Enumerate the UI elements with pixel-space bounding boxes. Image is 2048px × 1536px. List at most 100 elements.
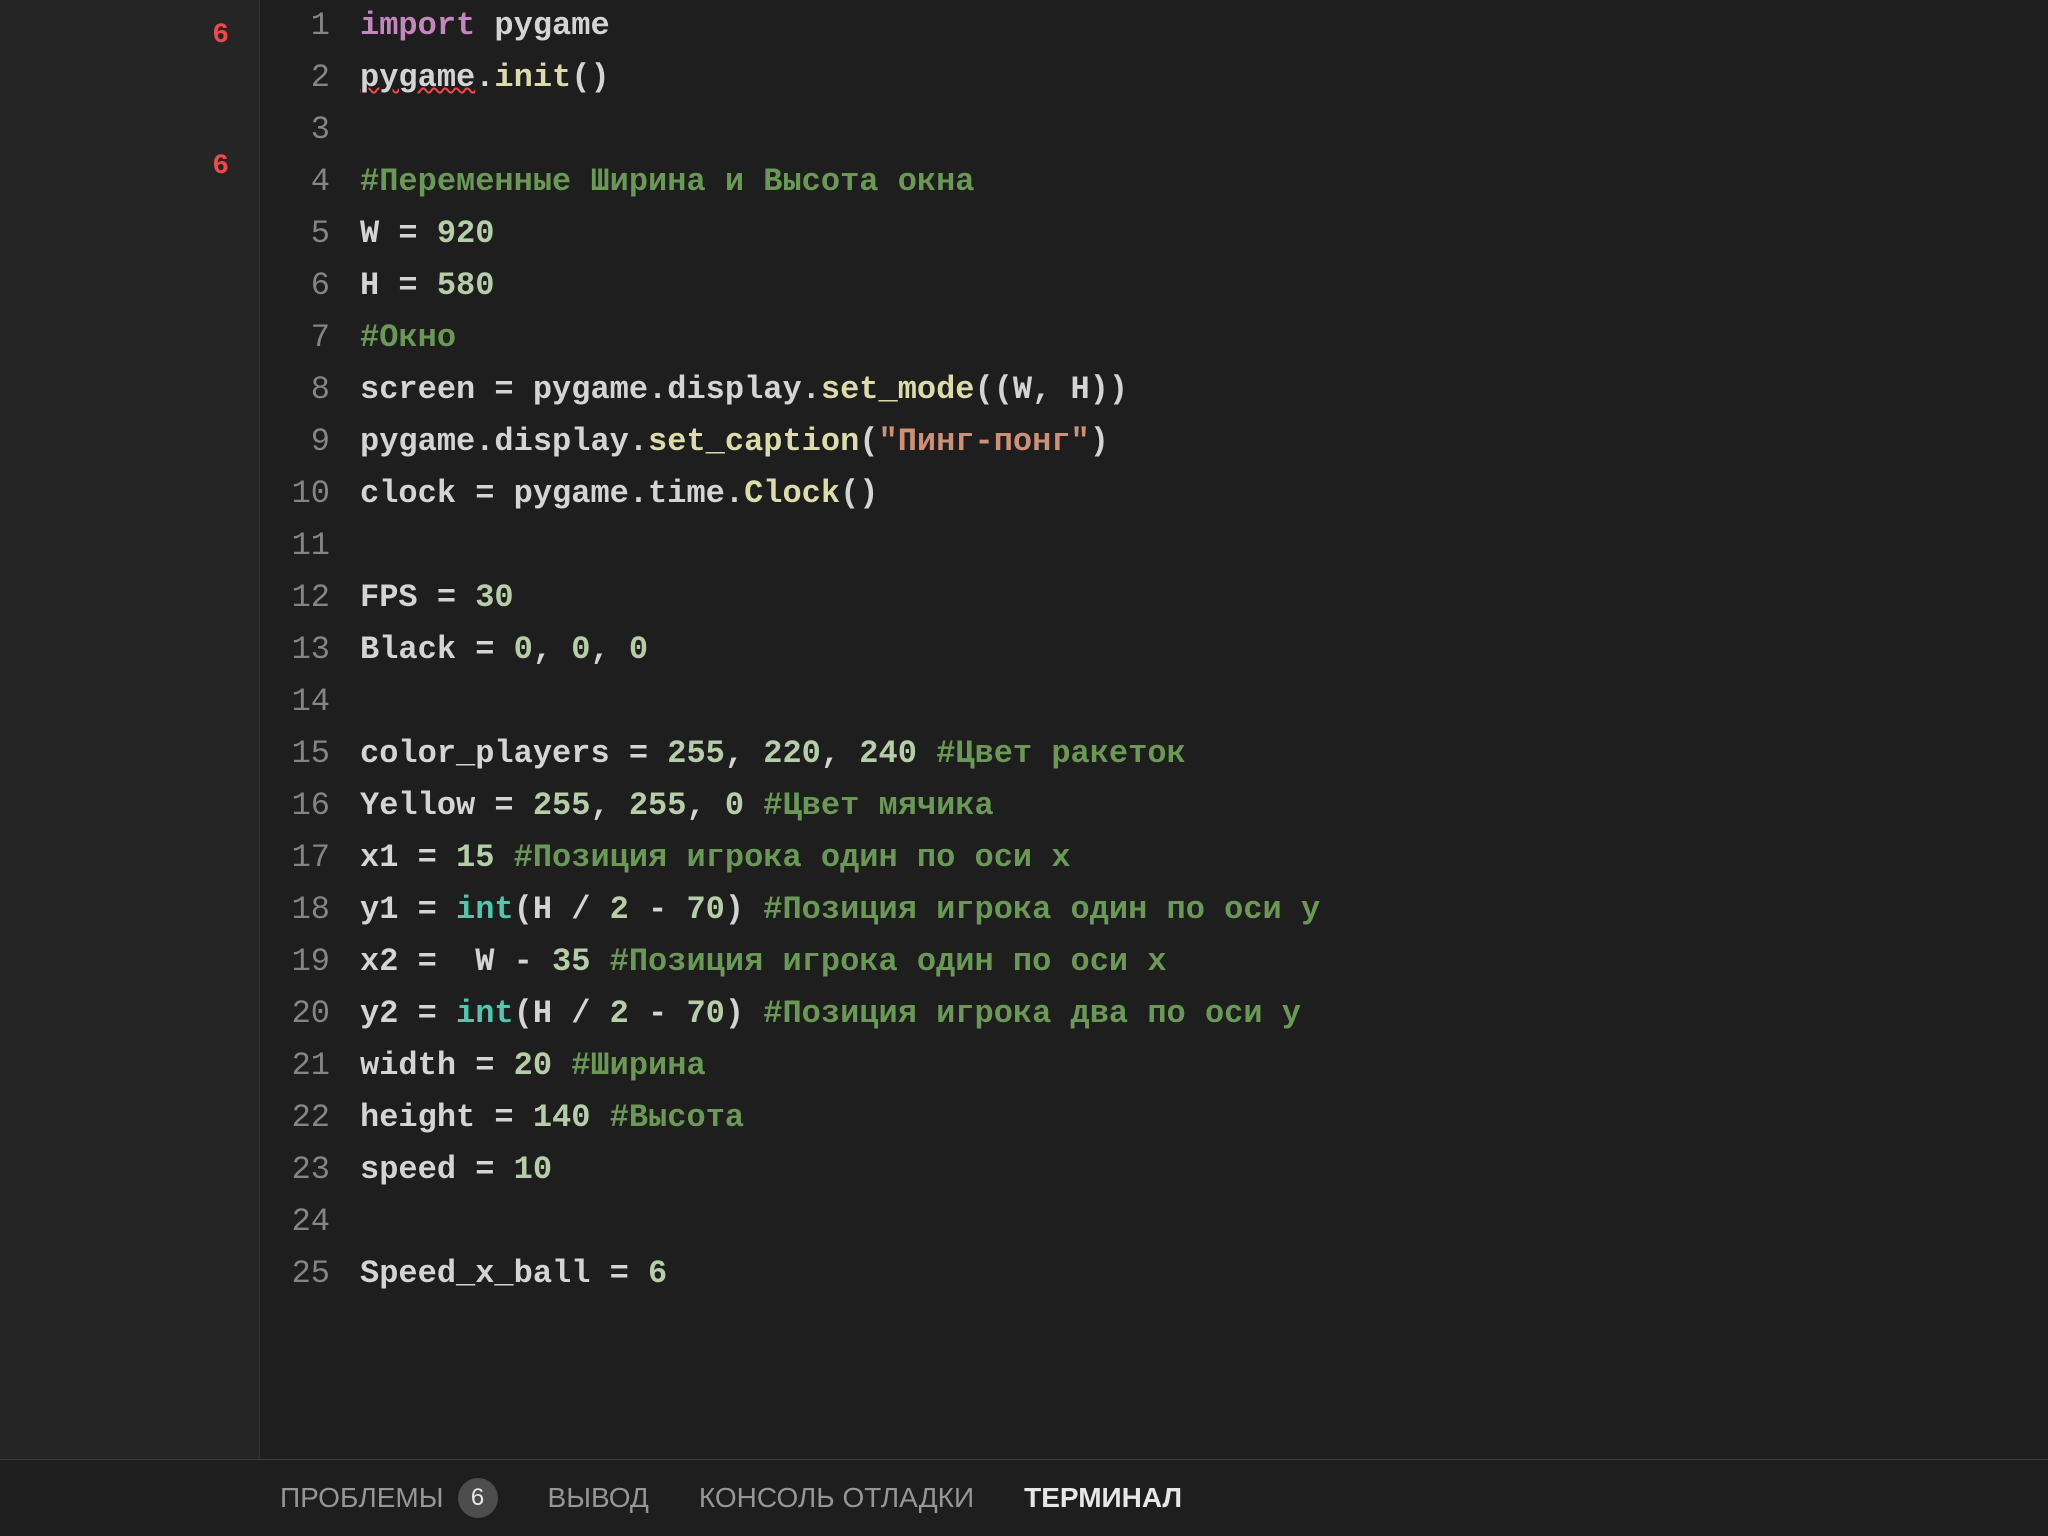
code-line[interactable]: speed = 10 [360, 1144, 2048, 1196]
code-token: . [725, 475, 744, 512]
line-number: 2 [260, 52, 330, 104]
code-token: clock [360, 475, 475, 512]
code-line[interactable]: x1 = 15 #Позиция игрока один по оси х [360, 832, 2048, 884]
code-content[interactable]: import pygamepygame.init()#Переменные Ши… [360, 0, 2048, 1300]
code-token: () [840, 475, 878, 512]
code-token: 2 [610, 891, 629, 928]
problems-count-badge: 6 [458, 1478, 498, 1518]
code-token: = [418, 839, 456, 876]
code-token: import [360, 7, 494, 44]
tab-terminal-label: ТЕРМИНАЛ [1024, 1482, 1182, 1514]
code-token: #Позиция игрока один по оси у [763, 891, 1320, 928]
tab-terminal[interactable]: ТЕРМИНАЛ [1024, 1482, 1182, 1514]
code-token: (H / [514, 891, 610, 928]
code-token: = [494, 371, 532, 408]
line-number: 18 [260, 884, 330, 936]
code-line[interactable]: width = 20 #Ширина [360, 1040, 2048, 1092]
code-token: #Позиция игрока два по оси у [763, 995, 1301, 1032]
code-token: 240 [859, 735, 917, 772]
code-line[interactable]: y2 = int(H / 2 - 70) #Позиция игрока два… [360, 988, 2048, 1040]
code-line[interactable]: height = 140 #Высота [360, 1092, 2048, 1144]
main-area: 6 6 123456789101112131415161718192021222… [0, 0, 2048, 1459]
code-token: 30 [475, 579, 513, 616]
code-line[interactable]: Yellow = 255, 255, 0 #Цвет мячика [360, 780, 2048, 832]
line-number: 3 [260, 104, 330, 156]
code-token: Speed_x_ball [360, 1255, 610, 1292]
code-token: display [667, 371, 801, 408]
code-token: , [590, 631, 628, 668]
code-token: "Пинг-понг" [878, 423, 1089, 460]
code-line[interactable]: clock = pygame.time.Clock() [360, 468, 2048, 520]
code-token: 20 [514, 1047, 552, 1084]
code-token: int [456, 995, 514, 1032]
tab-problems[interactable]: ПРОБЛЕМЫ 6 [280, 1478, 498, 1518]
line-number: 7 [260, 312, 330, 364]
code-token [744, 787, 763, 824]
code-token: - [629, 995, 687, 1032]
code-line[interactable] [360, 104, 2048, 156]
code-line[interactable]: Speed_x_ball = 6 [360, 1248, 2048, 1300]
code-token: = [418, 995, 456, 1032]
code-token: y1 [360, 891, 418, 928]
code-token: pygame [533, 371, 648, 408]
code-token: , [821, 735, 859, 772]
code-line[interactable]: pygame.init() [360, 52, 2048, 104]
code-line[interactable]: y1 = int(H / 2 - 70) #Позиция игрока оди… [360, 884, 2048, 936]
code-line[interactable]: screen = pygame.display.set_mode((W, H)) [360, 364, 2048, 416]
code-token: #Позиция игрока один по оси х [514, 839, 1071, 876]
code-token [590, 943, 609, 980]
code-token: pygame [360, 59, 475, 96]
code-line[interactable]: pygame.display.set_caption("Пинг-понг") [360, 416, 2048, 468]
code-token: set_caption [648, 423, 859, 460]
code-token: x2 [360, 943, 418, 980]
code-token: Clock [744, 475, 840, 512]
code-line[interactable]: color_players = 255, 220, 240 #Цвет раке… [360, 728, 2048, 780]
code-line[interactable] [360, 1196, 2048, 1248]
code-token: 255 [629, 787, 687, 824]
tab-output[interactable]: ВЫВОД [548, 1482, 649, 1514]
code-line[interactable]: FPS = 30 [360, 572, 2048, 624]
code-token: #Ширина [571, 1047, 705, 1084]
code-token [590, 1099, 609, 1136]
code-token: ) [725, 995, 763, 1032]
code-token: #Окно [360, 319, 456, 356]
code-token: init [494, 59, 571, 96]
code-token: . [475, 423, 494, 460]
code-token: #Позиция игрока один по оси х [610, 943, 1167, 980]
line-number: 11 [260, 520, 330, 572]
code-token: , [590, 787, 628, 824]
code-line[interactable]: W = 920 [360, 208, 2048, 260]
code-token: #Переменные Ширина и Высота окна [360, 163, 975, 200]
code-line[interactable]: #Окно [360, 312, 2048, 364]
code-line[interactable]: x2 = W - 35 #Позиция игрока один по оси … [360, 936, 2048, 988]
code-token: #Цвет ракеток [936, 735, 1186, 772]
code-token: ( [859, 423, 878, 460]
code-token: , [533, 631, 571, 668]
code-line[interactable]: Black = 0, 0, 0 [360, 624, 2048, 676]
problems-sidebar: 6 6 [0, 0, 260, 1459]
code-token: 35 [552, 943, 590, 980]
code-line[interactable]: import pygame [360, 0, 2048, 52]
line-number: 17 [260, 832, 330, 884]
line-number: 13 [260, 624, 330, 676]
code-token: = [398, 267, 436, 304]
line-number: 22 [260, 1092, 330, 1144]
code-line[interactable] [360, 520, 2048, 572]
code-token: x1 [360, 839, 418, 876]
tab-debug-console[interactable]: КОНСОЛЬ ОТЛАДКИ [699, 1482, 974, 1514]
tab-debug-console-label: КОНСОЛЬ ОТЛАДКИ [699, 1482, 974, 1514]
code-token: ((W, H)) [975, 371, 1129, 408]
code-token: = [398, 215, 436, 252]
code-token: 0 [725, 787, 744, 824]
code-line[interactable]: H = 580 [360, 260, 2048, 312]
code-token: speed [360, 1151, 475, 1188]
code-line[interactable] [360, 676, 2048, 728]
code-editor[interactable]: 1234567891011121314151617181920212223242… [260, 0, 2048, 1459]
code-token: = [418, 943, 476, 980]
code-token: #Цвет мячика [763, 787, 993, 824]
code-line[interactable]: #Переменные Ширина и Высота окна [360, 156, 2048, 208]
line-number: 14 [260, 676, 330, 728]
line-number: 25 [260, 1248, 330, 1300]
code-token: 70 [686, 995, 724, 1032]
code-token: = [418, 891, 456, 928]
